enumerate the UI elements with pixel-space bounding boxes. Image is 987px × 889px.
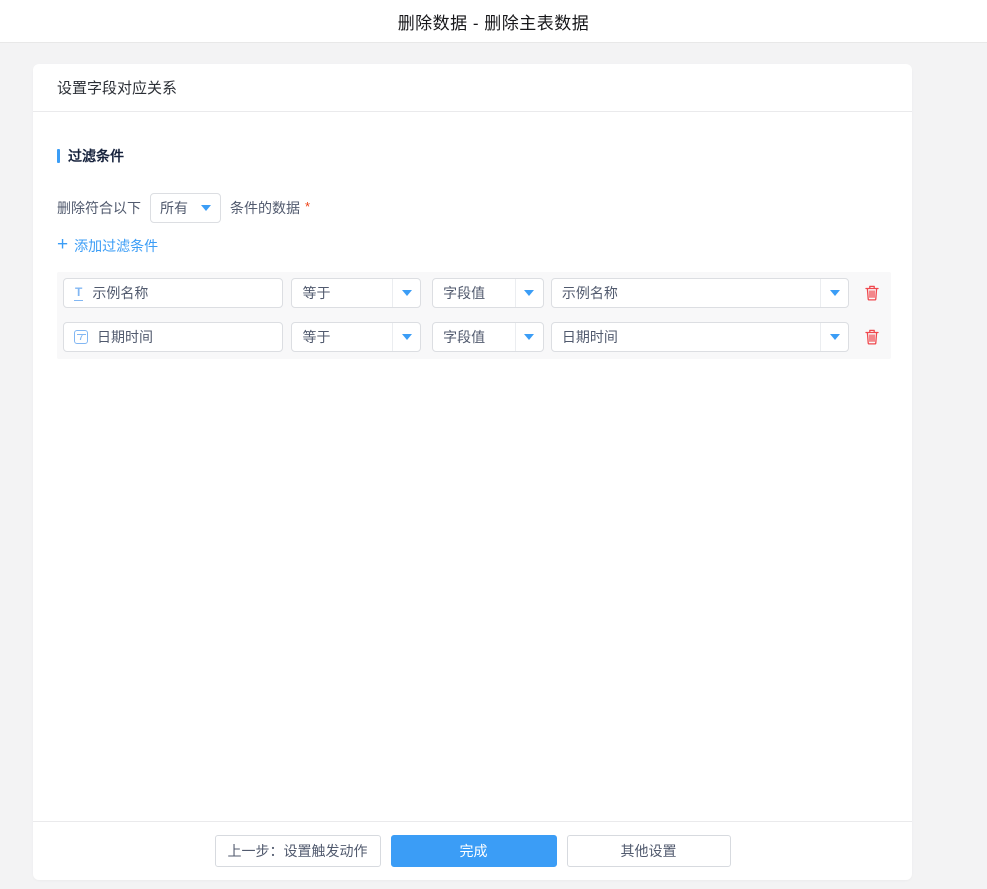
done-button[interactable]: 完成 xyxy=(391,835,557,867)
delete-condition-button[interactable] xyxy=(864,329,879,346)
caret-zone xyxy=(392,323,420,351)
filter-row: 7 日期时间 等于 字段值 日期时间 xyxy=(63,322,879,352)
field-name-value: 示例名称 xyxy=(92,283,148,303)
match-mode-select[interactable]: 所有 xyxy=(150,193,221,223)
match-mode-value: 所有 xyxy=(160,198,188,218)
page-title: 删除数据 - 删除主表数据 xyxy=(398,9,590,34)
value-type-select[interactable]: 字段值 xyxy=(432,278,544,308)
accent-bar-icon xyxy=(57,149,60,163)
value-type-value: 字段值 xyxy=(433,283,515,303)
plus-icon: + xyxy=(57,238,68,252)
chevron-down-icon xyxy=(402,334,412,340)
caret-zone xyxy=(515,323,543,351)
match-suffix-label: 条件的数据 xyxy=(230,198,300,218)
add-filter-condition-label: 添加过滤条件 xyxy=(74,236,158,256)
field-name-input[interactable]: T 示例名称 xyxy=(63,278,283,308)
compare-value: 示例名称 xyxy=(552,283,820,303)
text-field-icon: T xyxy=(74,286,83,301)
field-name-value: 日期时间 xyxy=(97,327,153,347)
compare-value-select[interactable]: 示例名称 xyxy=(551,278,849,308)
previous-step-button[interactable]: 上一步：设置触发动作 xyxy=(215,835,381,867)
card-section-header: 设置字段对应关系 xyxy=(33,64,912,112)
operator-value: 等于 xyxy=(292,327,392,347)
chevron-down-icon xyxy=(830,290,840,296)
required-asterisk: * xyxy=(305,199,310,214)
date-field-icon: 7 xyxy=(74,330,88,344)
trash-icon xyxy=(865,329,879,345)
chevron-down-icon xyxy=(201,205,211,211)
page-header: 删除数据 - 删除主表数据 xyxy=(0,0,987,43)
settings-card: 设置字段对应关系 过滤条件 删除符合以下 所有 条件的数据 * + 添加过滤条件… xyxy=(33,64,912,880)
delete-condition-button[interactable] xyxy=(864,285,879,302)
match-condition-line: 删除符合以下 所有 条件的数据 * xyxy=(57,193,310,223)
value-type-value: 字段值 xyxy=(433,327,515,347)
value-type-select[interactable]: 字段值 xyxy=(432,322,544,352)
other-settings-button[interactable]: 其他设置 xyxy=(567,835,731,867)
operator-value: 等于 xyxy=(292,283,392,303)
section-title: 设置字段对应关系 xyxy=(57,77,177,98)
add-filter-condition-link[interactable]: + 添加过滤条件 xyxy=(57,236,158,256)
card-body: 过滤条件 删除符合以下 所有 条件的数据 * + 添加过滤条件 T 示例名称 xyxy=(33,112,912,821)
field-name-input[interactable]: 7 日期时间 xyxy=(63,322,283,352)
filter-rows-panel: T 示例名称 等于 字段值 示例名称 xyxy=(57,272,891,359)
caret-zone xyxy=(515,279,543,307)
filter-block-title: 过滤条件 xyxy=(57,146,124,166)
chevron-down-icon xyxy=(402,290,412,296)
compare-value-select[interactable]: 日期时间 xyxy=(551,322,849,352)
chevron-down-icon xyxy=(524,290,534,296)
operator-select[interactable]: 等于 xyxy=(291,278,421,308)
caret-zone xyxy=(820,323,848,351)
card-footer: 上一步：设置触发动作 完成 其他设置 xyxy=(33,821,912,880)
chevron-down-icon xyxy=(830,334,840,340)
operator-select[interactable]: 等于 xyxy=(291,322,421,352)
compare-value: 日期时间 xyxy=(552,327,820,347)
filter-row: T 示例名称 等于 字段值 示例名称 xyxy=(63,278,879,308)
chevron-down-icon xyxy=(524,334,534,340)
match-prefix-label: 删除符合以下 xyxy=(57,198,141,218)
caret-zone xyxy=(820,279,848,307)
filter-block-title-label: 过滤条件 xyxy=(68,146,124,166)
trash-icon xyxy=(865,285,879,301)
caret-zone xyxy=(392,279,420,307)
